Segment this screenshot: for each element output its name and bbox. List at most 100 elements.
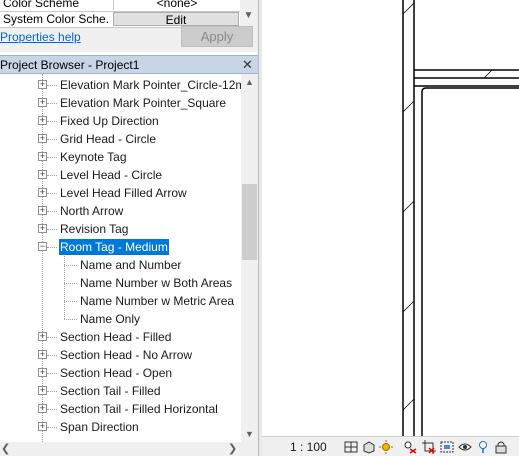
tree-item-label[interactable]: Level Head - Circle bbox=[59, 167, 163, 183]
expand-icon[interactable]: + bbox=[38, 152, 47, 161]
expand-icon[interactable]: + bbox=[38, 206, 47, 215]
property-label: Color Scheme bbox=[3, 0, 80, 10]
expand-icon[interactable]: + bbox=[38, 350, 47, 359]
property-row-color-scheme[interactable]: Color Scheme <none> bbox=[0, 0, 240, 12]
property-value[interactable]: <none> bbox=[113, 0, 240, 10]
tree-connector bbox=[47, 391, 57, 392]
expand-icon[interactable]: + bbox=[38, 188, 47, 197]
scroll-right-icon[interactable]: ❯ bbox=[228, 443, 237, 455]
tree-item-label[interactable]: Name Number w Both Areas bbox=[79, 275, 233, 291]
tree-connector bbox=[64, 301, 77, 302]
tree-item-label[interactable]: Level Head Filled Arrow bbox=[59, 185, 188, 201]
tree-child-item[interactable]: Name Number w Metric Area bbox=[0, 292, 241, 310]
properties-help-link[interactable]: Properties help bbox=[0, 29, 81, 45]
expand-icon[interactable]: + bbox=[38, 116, 47, 125]
tree-item-label[interactable]: Grid Head - Circle bbox=[59, 131, 157, 147]
shadows-icon[interactable] bbox=[403, 440, 417, 454]
tree-item-label[interactable]: Revision Tag bbox=[59, 221, 129, 237]
tree-item[interactable]: + Grid Head - Circle bbox=[0, 130, 241, 148]
horizontal-scrollbar[interactable]: ❮ ❯ bbox=[0, 442, 241, 456]
tree-item-label[interactable]: Span Direction bbox=[59, 419, 140, 435]
tree-item[interactable]: + North Arrow bbox=[0, 202, 241, 220]
expand-icon[interactable]: + bbox=[38, 332, 47, 341]
tree-item-label[interactable]: Elevation Mark Pointer_Square bbox=[59, 95, 227, 111]
drawing-canvas[interactable] bbox=[262, 0, 519, 436]
tree-connector bbox=[47, 103, 57, 104]
tree-item[interactable]: + Keynote Tag bbox=[0, 148, 241, 166]
property-label: System Color Sche... bbox=[3, 12, 109, 26]
floor-plan-walls bbox=[402, 0, 519, 436]
tree-item[interactable]: + Section Tail - Filled bbox=[0, 382, 241, 400]
close-icon[interactable]: ✕ bbox=[242, 57, 253, 72]
scroll-left-icon[interactable]: ❮ bbox=[1, 443, 10, 455]
show-crop-icon[interactable] bbox=[440, 440, 454, 454]
tree-item-label[interactable]: Name Only bbox=[79, 311, 141, 327]
expand-icon[interactable]: + bbox=[38, 224, 47, 233]
tree-item-label[interactable]: Section Head - Filled bbox=[59, 329, 172, 345]
tree-connector bbox=[47, 427, 57, 428]
expand-icon[interactable]: + bbox=[38, 134, 47, 143]
tree-item[interactable]: + Level Head - Circle bbox=[0, 166, 241, 184]
crop-view-icon[interactable] bbox=[422, 440, 436, 454]
scroll-up-icon[interactable]: ▲ bbox=[245, 77, 254, 87]
tree-child-item[interactable]: Name Only bbox=[0, 310, 241, 328]
tree-item-label[interactable]: Room Tag - Medium bbox=[59, 239, 169, 255]
tree-connector bbox=[47, 139, 57, 140]
tree-child-item[interactable]: Name Number w Both Areas bbox=[0, 274, 241, 292]
tree-item[interactable]: + Level Head Filled Arrow bbox=[0, 184, 241, 202]
tree-item-label[interactable]: Section Head - Open bbox=[59, 365, 173, 381]
tree-item-label[interactable]: Section Tail - Filled Horizontal bbox=[59, 401, 219, 417]
tree-connector bbox=[47, 337, 57, 338]
vertical-scrollbar[interactable]: ▲ ▼ bbox=[241, 74, 258, 442]
properties-scroll-down-icon[interactable]: ▼ bbox=[241, 8, 256, 23]
expand-icon[interactable]: + bbox=[38, 98, 47, 107]
expand-icon[interactable]: + bbox=[38, 386, 47, 395]
tree-connector bbox=[64, 283, 77, 284]
tree-item[interactable]: + Span Direction bbox=[0, 418, 241, 436]
tree-connector bbox=[47, 121, 57, 122]
tree-connector bbox=[47, 175, 57, 176]
tree-item-label[interactable]: Name and Number bbox=[79, 257, 182, 273]
expand-icon[interactable]: + bbox=[38, 80, 47, 89]
tree-item[interactable]: + Elevation Mark Pointer_Square bbox=[0, 94, 241, 112]
reveal-hidden-icon[interactable] bbox=[476, 440, 490, 454]
tree-item[interactable]: + Elevation Mark Pointer_Circle-12mm bbox=[0, 76, 241, 94]
tree-item[interactable]: + Section Head - Filled bbox=[0, 328, 241, 346]
detail-level-icon[interactable] bbox=[344, 440, 358, 454]
tree-connector bbox=[47, 229, 57, 230]
visual-style-icon[interactable] bbox=[362, 440, 376, 454]
tree-connector bbox=[64, 319, 77, 320]
tree-connector bbox=[47, 355, 57, 356]
temporary-hide-icon[interactable] bbox=[458, 440, 472, 454]
tree-item[interactable]: + Section Head - No Arrow bbox=[0, 346, 241, 364]
expand-icon[interactable]: + bbox=[38, 422, 47, 431]
tree-child-item[interactable]: Name and Number bbox=[0, 256, 241, 274]
tree-item-label[interactable]: Fixed Up Direction bbox=[59, 113, 160, 129]
expand-icon[interactable]: + bbox=[38, 404, 47, 413]
project-browser-title-bar: Project Browser - Project1 ✕ bbox=[0, 55, 258, 74]
tree-item-label[interactable]: Section Tail - Filled bbox=[59, 383, 162, 399]
edit-button[interactable]: Edit bbox=[113, 12, 239, 27]
expand-icon[interactable]: + bbox=[38, 170, 47, 179]
tree-item[interactable]: + Revision Tag bbox=[0, 220, 241, 238]
tree-connector bbox=[47, 409, 57, 410]
scroll-down-icon[interactable]: ▼ bbox=[245, 429, 254, 439]
tree-item-label[interactable]: North Arrow bbox=[59, 203, 124, 219]
apply-button[interactable]: Apply bbox=[181, 26, 253, 47]
tree-item[interactable]: + Section Tail - Filled Horizontal bbox=[0, 400, 241, 418]
tree-item[interactable]: + Fixed Up Direction bbox=[0, 112, 241, 130]
tree-item-label[interactable]: Section Head - No Arrow bbox=[59, 347, 193, 363]
view-scale[interactable]: 1 : 100 bbox=[290, 440, 327, 454]
collapse-icon[interactable]: − bbox=[38, 242, 47, 251]
tree-item-label[interactable]: Name Number w Metric Area bbox=[79, 293, 235, 309]
tree-item[interactable]: + Section Head - Open bbox=[0, 364, 241, 382]
tree-item-label[interactable]: Keynote Tag bbox=[59, 149, 128, 165]
view-control-bar: 1 : 100 bbox=[262, 436, 519, 456]
tree-connector bbox=[64, 265, 77, 266]
lock-3d-icon[interactable] bbox=[494, 440, 508, 454]
sun-path-icon[interactable] bbox=[379, 440, 393, 454]
scrollbar-thumb[interactable] bbox=[242, 184, 257, 260]
tree-item[interactable]: − Room Tag - Medium bbox=[0, 238, 241, 256]
expand-icon[interactable]: + bbox=[38, 368, 47, 377]
tree-item-label[interactable]: Elevation Mark Pointer_Circle-12mm bbox=[59, 77, 241, 93]
